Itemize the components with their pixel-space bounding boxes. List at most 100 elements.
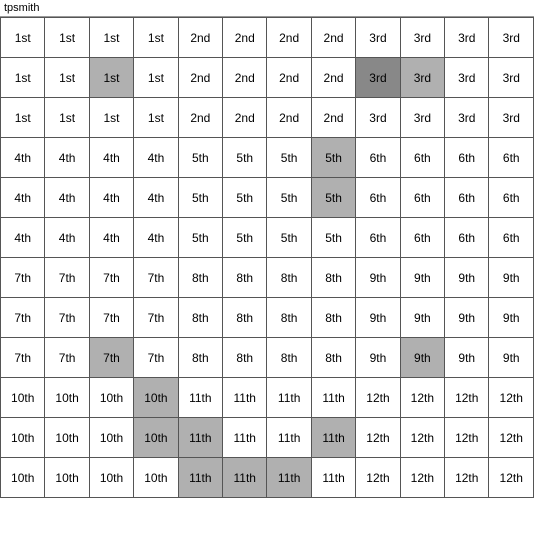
grid-cell: 12th <box>400 418 444 458</box>
grid-cell: 5th <box>178 218 222 258</box>
grid-cell: 11th <box>267 378 311 418</box>
grid-cell: 8th <box>178 258 222 298</box>
grid-cell: 8th <box>178 338 222 378</box>
grid-cell: 9th <box>489 258 534 298</box>
grid-cell: 2nd <box>267 98 311 138</box>
table-row: 10th10th10th10th11th11th11th11th12th12th… <box>1 458 534 498</box>
grid-cell: 4th <box>1 178 45 218</box>
grid-table: 1st1st1st1st2nd2nd2nd2nd3rd3rd3rd3rd1st1… <box>0 17 534 498</box>
table-row: 4th4th4th4th5th5th5th5th6th6th6th6th <box>1 178 534 218</box>
grid-cell: 3rd <box>445 58 489 98</box>
grid-cell: 4th <box>89 138 133 178</box>
grid-cell: 6th <box>489 178 534 218</box>
grid-cell: 12th <box>356 378 400 418</box>
grid-cell: 6th <box>400 138 444 178</box>
grid-cell: 7th <box>1 298 45 338</box>
grid-cell: 4th <box>134 218 178 258</box>
grid-cell: 5th <box>178 178 222 218</box>
title-bar: tpsmith <box>0 0 534 17</box>
table-row: 1st1st1st1st2nd2nd2nd2nd3rd3rd3rd3rd <box>1 58 534 98</box>
grid-cell: 12th <box>400 458 444 498</box>
grid-cell: 1st <box>1 58 45 98</box>
grid-cell: 4th <box>89 178 133 218</box>
grid-cell: 1st <box>1 18 45 58</box>
grid-cell: 8th <box>178 298 222 338</box>
grid-cell: 11th <box>267 418 311 458</box>
grid-cell: 3rd <box>356 18 400 58</box>
grid-cell: 9th <box>489 298 534 338</box>
grid-cell: 2nd <box>267 18 311 58</box>
grid-cell: 10th <box>45 458 89 498</box>
grid-cell: 8th <box>311 338 355 378</box>
grid-cell: 9th <box>400 258 444 298</box>
grid-cell: 3rd <box>445 98 489 138</box>
grid-cell: 3rd <box>356 58 400 98</box>
grid-cell: 9th <box>356 338 400 378</box>
grid-cell: 1st <box>89 18 133 58</box>
grid-cell: 12th <box>445 418 489 458</box>
grid-cell: 10th <box>1 378 45 418</box>
grid-cell: 4th <box>89 218 133 258</box>
grid-cell: 5th <box>267 138 311 178</box>
grid-cell: 6th <box>400 178 444 218</box>
grid-cell: 4th <box>1 218 45 258</box>
grid-cell: 11th <box>178 418 222 458</box>
grid-cell: 10th <box>89 418 133 458</box>
grid-cell: 5th <box>267 218 311 258</box>
grid-cell: 12th <box>400 378 444 418</box>
grid-cell: 9th <box>445 338 489 378</box>
grid-cell: 10th <box>45 418 89 458</box>
grid-cell: 2nd <box>178 58 222 98</box>
table-row: 1st1st1st1st2nd2nd2nd2nd3rd3rd3rd3rd <box>1 18 534 58</box>
grid-cell: 8th <box>267 338 311 378</box>
grid-cell: 7th <box>89 338 133 378</box>
grid-cell: 11th <box>223 378 267 418</box>
table-row: 10th10th10th10th11th11th11th11th12th12th… <box>1 378 534 418</box>
grid-cell: 4th <box>45 218 89 258</box>
grid-cell: 7th <box>134 338 178 378</box>
grid-cell: 3rd <box>489 98 534 138</box>
grid-cell: 2nd <box>223 98 267 138</box>
table-row: 7th7th7th7th8th8th8th8th9th9th9th9th <box>1 298 534 338</box>
grid-cell: 8th <box>267 298 311 338</box>
grid-cell: 11th <box>223 458 267 498</box>
grid-cell: 2nd <box>311 98 355 138</box>
grid-cell: 7th <box>1 338 45 378</box>
grid-cell: 8th <box>223 258 267 298</box>
grid-cell: 7th <box>134 258 178 298</box>
grid-cell: 2nd <box>267 58 311 98</box>
grid-cell: 7th <box>89 298 133 338</box>
grid-cell: 6th <box>445 178 489 218</box>
grid-cell: 3rd <box>489 58 534 98</box>
grid-cell: 7th <box>1 258 45 298</box>
grid-cell: 4th <box>45 178 89 218</box>
grid-cell: 12th <box>489 458 534 498</box>
grid-cell: 1st <box>45 18 89 58</box>
grid-cell: 11th <box>267 458 311 498</box>
grid-cell: 12th <box>489 378 534 418</box>
grid-cell: 3rd <box>400 18 444 58</box>
grid-cell: 10th <box>1 458 45 498</box>
grid-cell: 8th <box>311 258 355 298</box>
grid-cell: 2nd <box>178 98 222 138</box>
grid-cell: 9th <box>445 258 489 298</box>
grid-cell: 8th <box>267 258 311 298</box>
grid-cell: 9th <box>489 338 534 378</box>
grid-cell: 7th <box>45 298 89 338</box>
grid-cell: 10th <box>1 418 45 458</box>
grid-cell: 3rd <box>445 18 489 58</box>
table-row: 7th7th7th7th8th8th8th8th9th9th9th9th <box>1 258 534 298</box>
grid-cell: 5th <box>267 178 311 218</box>
grid-cell: 6th <box>356 138 400 178</box>
grid-cell: 4th <box>45 138 89 178</box>
grid-cell: 10th <box>89 458 133 498</box>
grid-cell: 1st <box>45 58 89 98</box>
grid-cell: 12th <box>356 458 400 498</box>
grid-cell: 9th <box>356 258 400 298</box>
grid-cell: 12th <box>445 458 489 498</box>
grid-cell: 1st <box>134 18 178 58</box>
table-row: 7th7th7th7th8th8th8th8th9th9th9th9th <box>1 338 534 378</box>
grid-cell: 1st <box>45 98 89 138</box>
grid-cell: 5th <box>223 178 267 218</box>
grid-container: 1st1st1st1st2nd2nd2nd2nd3rd3rd3rd3rd1st1… <box>0 17 534 498</box>
